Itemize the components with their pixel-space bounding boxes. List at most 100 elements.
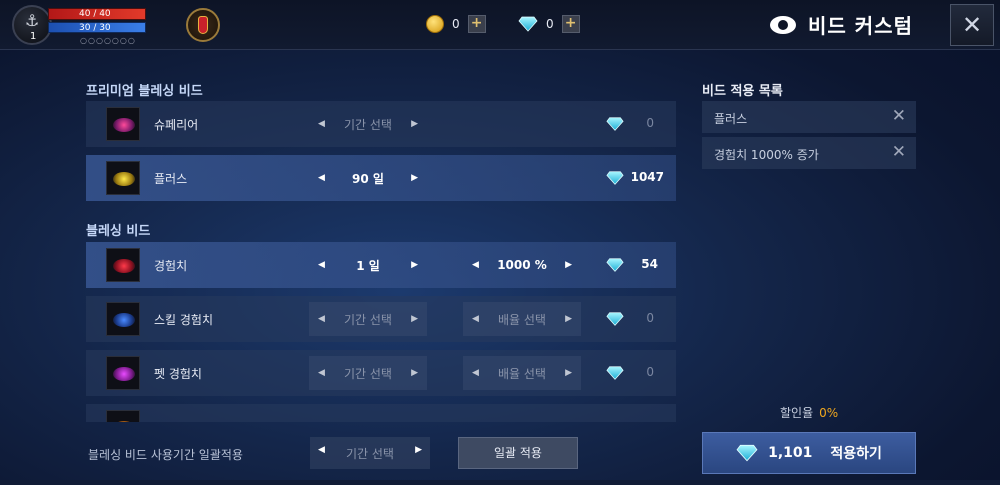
period-selector[interactable]: ◀ 기간 선택 ▶	[318, 311, 418, 327]
remove-icon[interactable]: ✕	[892, 142, 906, 162]
applied-list-title: 비드 적용 목록	[702, 84, 783, 99]
bead-price: 1047	[630, 170, 664, 184]
bottom-edge	[0, 480, 1000, 485]
bulk-period-value: 기간 선택	[346, 447, 394, 461]
class-icon: ⚓	[25, 11, 40, 30]
discount-rate: 할인율 0%	[780, 404, 838, 421]
applied-item: 플러스 ✕	[702, 101, 916, 133]
mp-bar: 30 / 30	[48, 22, 146, 33]
period-selector[interactable]: ◀ 1 일 ▶	[318, 257, 418, 273]
bead-row-exp[interactable]: 경험치 ◀ 1 일 ▶ ◀ 1000 % ▶ 54	[86, 242, 676, 288]
prev-arrow-icon[interactable]: ◀	[318, 368, 325, 378]
prev-arrow-icon[interactable]: ◀	[318, 119, 325, 129]
bead-name: 펫 경험치	[154, 367, 202, 381]
rate-selector[interactable]: ◀ 배율 선택 ▶	[472, 311, 572, 327]
close-button[interactable]: ✕	[950, 4, 994, 46]
character-level-badge[interactable]: ⚓ 1	[12, 5, 52, 45]
bead-row-partial[interactable]	[86, 404, 676, 422]
premium-section-title: 프리미엄 블레싱 비드	[86, 84, 203, 99]
gem-icon	[606, 171, 624, 185]
eye-icon	[770, 15, 796, 34]
next-arrow-icon[interactable]: ▶	[565, 368, 572, 378]
rate-selector[interactable]: ◀ 1000 % ▶	[472, 257, 572, 273]
bead-icon	[106, 410, 140, 422]
skill-exp-bead-icon	[106, 302, 140, 336]
bulk-period-label: 블레싱 비드 사용기간 일괄적용	[88, 448, 243, 462]
next-arrow-icon[interactable]: ▶	[565, 260, 572, 270]
plus-bead-icon	[106, 161, 140, 195]
next-arrow-icon[interactable]: ▶	[565, 314, 572, 324]
guild-emblem-icon[interactable]	[186, 8, 220, 42]
period-value: 기간 선택	[344, 312, 392, 327]
rate-value: 배율 선택	[498, 366, 546, 381]
next-arrow-icon[interactable]: ▶	[411, 314, 418, 324]
hp-text: 40 / 40	[79, 9, 111, 19]
gem-icon	[518, 16, 538, 32]
bead-row-skill-exp[interactable]: 스킬 경험치 ◀ 기간 선택 ▶ ◀ 배율 선택 ▶ 0	[86, 296, 676, 342]
bulk-apply-button[interactable]: 일괄 적용	[458, 437, 578, 469]
applied-item-label: 경험치 1000% 증가	[714, 148, 819, 162]
coin-icon	[426, 15, 444, 33]
bead-name: 스킬 경험치	[154, 313, 214, 327]
rate-value: 배율 선택	[498, 312, 546, 327]
gold-amount: 0	[452, 17, 460, 31]
prev-arrow-icon[interactable]: ◀	[318, 445, 325, 462]
applied-item-label: 플러스	[714, 112, 748, 126]
mp-text: 30 / 30	[79, 23, 111, 33]
rate-selector[interactable]: ◀ 배율 선택 ▶	[472, 365, 572, 381]
buff-slots: ○○○○○○○	[80, 36, 136, 45]
period-value: 기간 선택	[344, 117, 392, 132]
bulk-period-selector[interactable]: ◀ 기간 선택 ▶	[310, 437, 430, 469]
level-text: 1	[30, 31, 37, 42]
period-value: 1 일	[356, 258, 380, 273]
rate-value: 1000 %	[497, 258, 547, 272]
prev-arrow-icon[interactable]: ◀	[472, 314, 479, 324]
bead-name: 경험치	[154, 259, 188, 273]
next-arrow-icon[interactable]: ▶	[411, 368, 418, 378]
pet-exp-bead-icon	[106, 356, 140, 390]
superior-bead-icon	[106, 107, 140, 141]
bead-name: 플러스	[154, 172, 188, 186]
apply-button[interactable]: 1,101 적용하기	[702, 432, 916, 474]
period-value: 기간 선택	[344, 366, 392, 381]
remove-icon[interactable]: ✕	[892, 106, 906, 126]
screen-title-area: 비드 커스텀	[770, 10, 913, 39]
period-selector[interactable]: ◀ 기간 선택 ▶	[318, 365, 418, 381]
prev-arrow-icon[interactable]: ◀	[472, 260, 479, 270]
bead-price: 0	[646, 116, 654, 130]
bead-row-superior[interactable]: 슈페리어 ◀ 기간 선택 ▶ 0	[86, 101, 676, 147]
period-selector[interactable]: ◀ 기간 선택 ▶	[318, 116, 418, 132]
next-arrow-icon[interactable]: ▶	[415, 445, 422, 462]
applied-item: 경험치 1000% 증가 ✕	[702, 137, 916, 169]
prev-arrow-icon[interactable]: ◀	[318, 173, 325, 183]
prev-arrow-icon[interactable]: ◀	[318, 260, 325, 270]
next-arrow-icon[interactable]: ▶	[411, 119, 418, 129]
next-arrow-icon[interactable]: ▶	[411, 260, 418, 270]
gem-currency: 0 +	[518, 14, 580, 34]
prev-arrow-icon[interactable]: ◀	[318, 314, 325, 324]
blessing-section-title: 블레싱 비드	[86, 224, 151, 239]
apply-label: 적용하기	[830, 446, 882, 462]
period-selector[interactable]: ◀ 90 일 ▶	[318, 170, 418, 186]
bead-price: 54	[641, 257, 658, 271]
add-gold-button[interactable]: +	[467, 15, 486, 33]
gem-amount: 0	[546, 17, 554, 31]
apply-total: 1,101	[768, 445, 813, 461]
add-gem-button[interactable]: +	[561, 15, 580, 33]
next-arrow-icon[interactable]: ▶	[411, 173, 418, 183]
hp-bar: 40 / 40	[48, 8, 146, 20]
discount-value: 0%	[819, 406, 839, 420]
top-bar: ⚓ 1 40 / 40 30 / 30 ○○○○○○○ 0 + 0 + 비드 커…	[0, 0, 1000, 50]
prev-arrow-icon[interactable]: ◀	[472, 368, 479, 378]
bead-name: 슈페리어	[154, 118, 199, 132]
gold-currency: 0 +	[426, 14, 486, 34]
bead-price: 0	[646, 365, 654, 379]
bead-price: 0	[646, 311, 654, 325]
page-title: 비드 커스텀	[808, 14, 913, 38]
bead-row-pet-exp[interactable]: 펫 경험치 ◀ 기간 선택 ▶ ◀ 배율 선택 ▶ 0	[86, 350, 676, 396]
bead-row-plus[interactable]: 플러스 ◀ 90 일 ▶ 1047	[86, 155, 676, 201]
gem-icon	[736, 444, 758, 462]
exp-bead-icon	[106, 248, 140, 282]
discount-label: 할인율	[780, 406, 814, 420]
period-value: 90 일	[352, 171, 384, 186]
